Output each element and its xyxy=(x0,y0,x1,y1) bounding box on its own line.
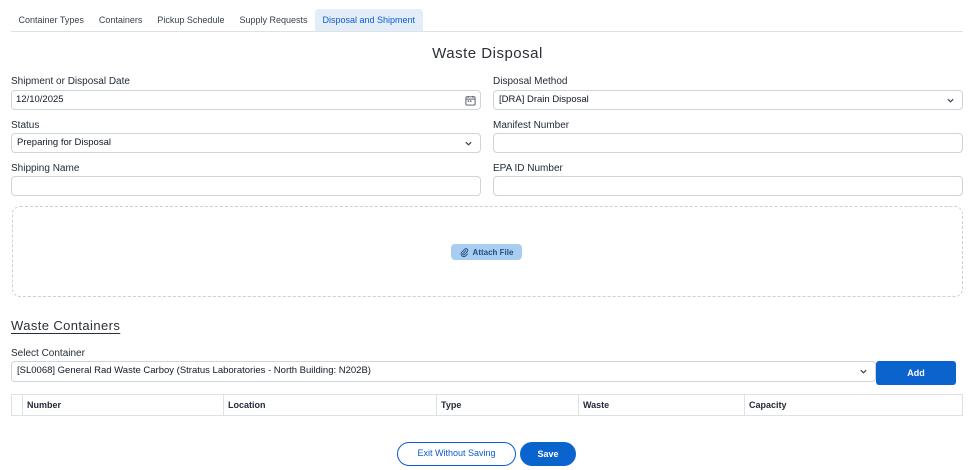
status-label: Status xyxy=(11,120,40,131)
attach-file-button[interactable]: Attach File xyxy=(451,244,522,260)
status-select[interactable]: Preparing for Disposal xyxy=(11,133,481,153)
tab-containers[interactable]: Containers xyxy=(91,9,150,31)
disposal-method-label: Disposal Method xyxy=(493,76,568,87)
selected-container-value: [SL0068] General Rad Waste Carboy (Strat… xyxy=(17,365,371,376)
save-button[interactable]: Save xyxy=(520,442,576,466)
add-container-button[interactable]: Add xyxy=(876,361,956,385)
shipping-name-label: Shipping Name xyxy=(11,163,80,174)
disposal-method-select[interactable]: [DRA] Drain Disposal xyxy=(493,90,963,110)
tab-supply-requests[interactable]: Supply Requests xyxy=(232,9,315,31)
calendar-icon[interactable] xyxy=(465,95,476,106)
paperclip-icon xyxy=(460,247,468,257)
page-title: Waste Disposal xyxy=(432,45,543,62)
column-header-number[interactable]: Number xyxy=(22,395,223,415)
epa-id-number-label: EPA ID Number xyxy=(493,163,563,174)
column-header-select xyxy=(12,395,22,415)
chevron-down-icon xyxy=(465,141,472,146)
manifest-number-label: Manifest Number xyxy=(493,120,570,131)
shipment-date-input[interactable]: 12/10/2025 xyxy=(11,90,481,110)
chevron-down-icon xyxy=(947,98,954,103)
epa-id-number-input[interactable] xyxy=(493,176,963,196)
tab-pickup-schedule[interactable]: Pickup Schedule xyxy=(150,9,232,31)
attach-file-label: Attach File xyxy=(472,247,514,257)
tab-bar: Container Types Containers Pickup Schedu… xyxy=(11,9,963,32)
exit-without-saving-button[interactable]: Exit Without Saving xyxy=(397,442,516,466)
chevron-down-icon xyxy=(860,369,867,374)
manifest-number-input[interactable] xyxy=(493,133,963,153)
select-container-label: Select Container xyxy=(11,348,85,359)
shipping-name-input[interactable] xyxy=(11,176,481,196)
column-header-location[interactable]: Location xyxy=(223,395,436,415)
status-value: Preparing for Disposal xyxy=(17,137,111,148)
select-container-dropdown[interactable]: [SL0068] General Rad Waste Carboy (Strat… xyxy=(11,361,876,382)
waste-containers-title: Waste Containers xyxy=(11,318,121,333)
column-header-waste[interactable]: Waste xyxy=(578,395,744,415)
column-header-type[interactable]: Type xyxy=(436,395,578,415)
containers-table-header: Number Location Type Waste Capacity xyxy=(11,394,963,416)
shipment-date-value: 12/10/2025 xyxy=(16,94,64,105)
disposal-method-value: [DRA] Drain Disposal xyxy=(499,94,589,105)
tab-disposal-and-shipment[interactable]: Disposal and Shipment xyxy=(315,9,423,31)
shipment-date-label: Shipment or Disposal Date xyxy=(11,76,130,87)
column-header-capacity[interactable]: Capacity xyxy=(744,395,962,415)
tab-container-types[interactable]: Container Types xyxy=(11,9,91,31)
